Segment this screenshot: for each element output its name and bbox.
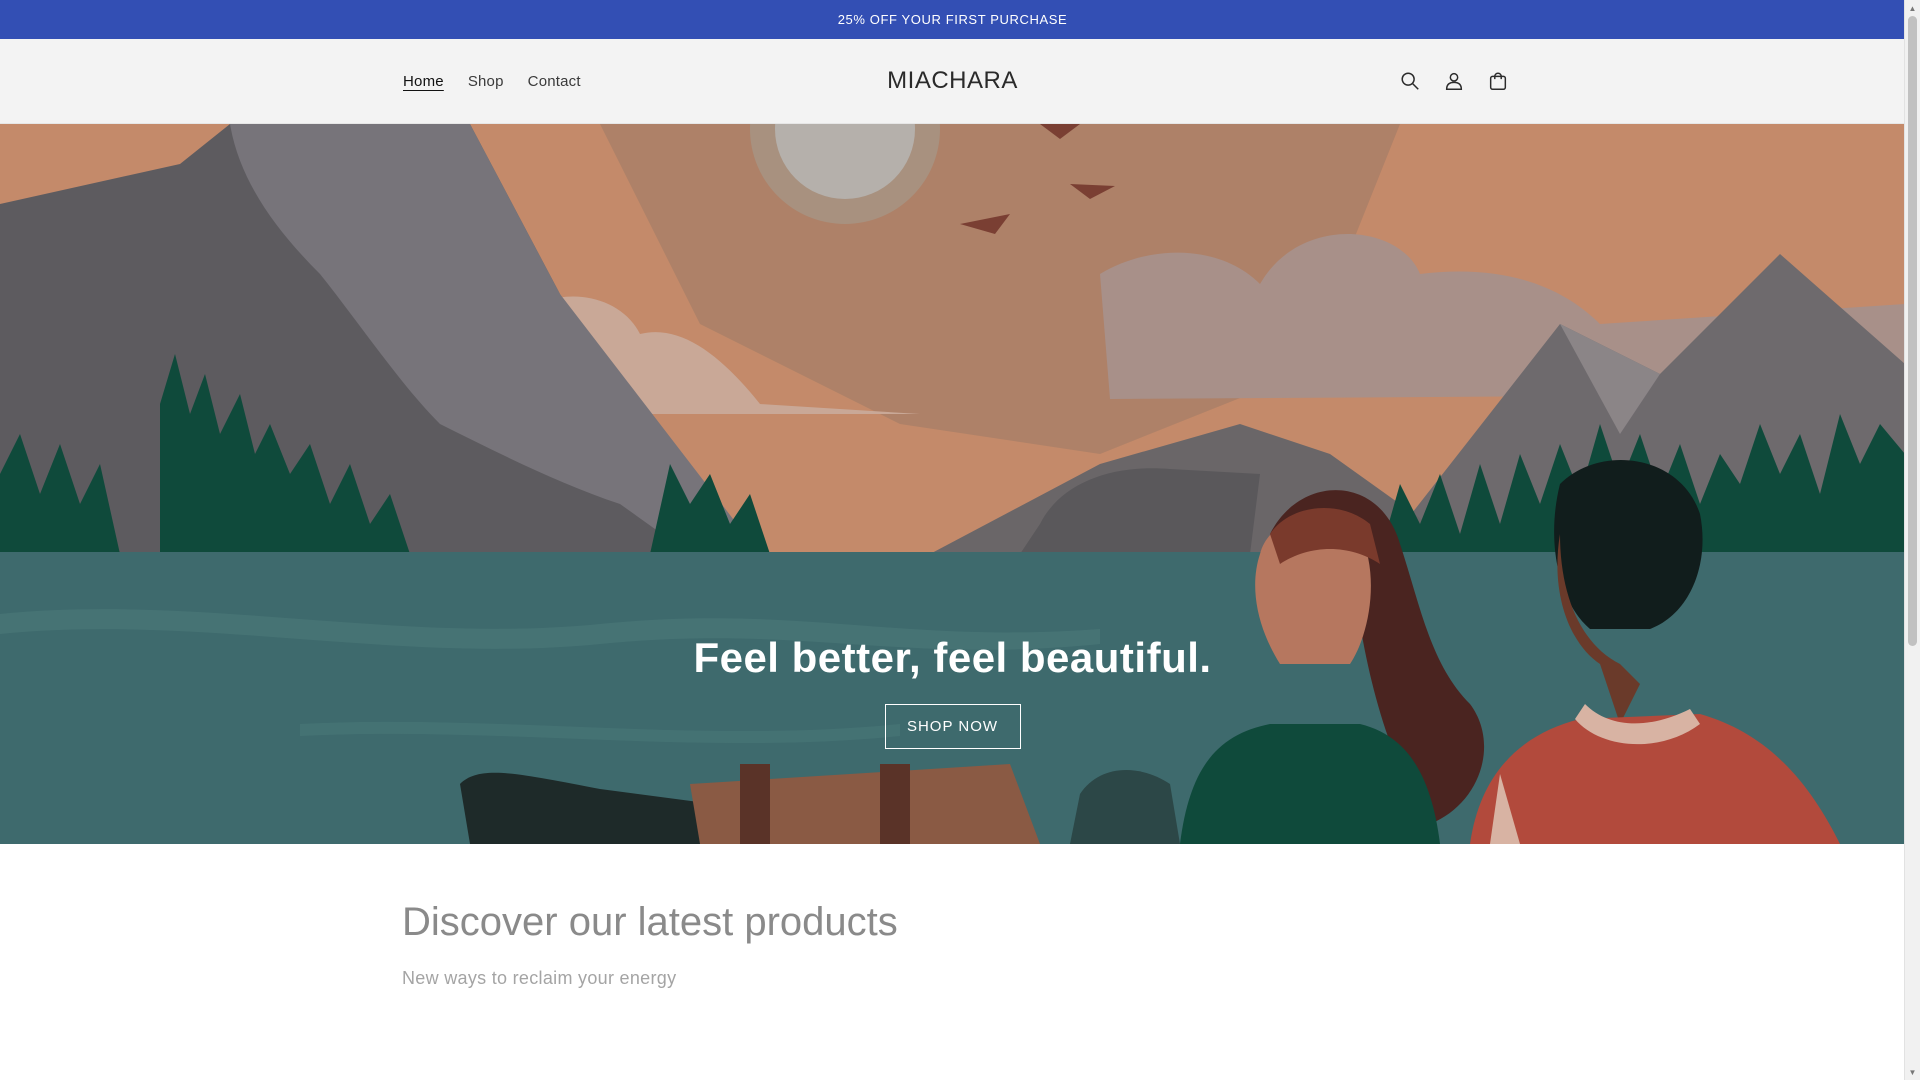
page-scrollbar[interactable]: ▲ ▼ xyxy=(1904,0,1920,1080)
header-icons xyxy=(1392,39,1516,123)
nav-home[interactable]: Home xyxy=(391,73,456,90)
hero-banner: Feel better, feel beautiful. SHOP NOW xyxy=(0,124,1905,844)
hero-title: Feel better, feel beautiful. xyxy=(693,634,1212,681)
announcement-bar: 25% OFF YOUR FIRST PURCHASE xyxy=(0,0,1905,39)
logo-wrap: MIACHARA xyxy=(0,39,1905,123)
hero-content: Feel better, feel beautiful. SHOP NOW xyxy=(0,634,1905,749)
account-icon[interactable] xyxy=(1436,59,1472,103)
announcement-text: 25% OFF YOUR FIRST PURCHASE xyxy=(837,12,1068,27)
scroll-up-icon[interactable]: ▲ xyxy=(1905,1,1920,15)
cart-icon[interactable] xyxy=(1480,59,1516,103)
shop-now-button[interactable]: SHOP NOW xyxy=(884,704,1021,749)
search-icon[interactable] xyxy=(1392,59,1428,103)
page: 25% OFF YOUR FIRST PURCHASE Home Shop Co… xyxy=(0,0,1905,1080)
products-subheading: New ways to reclaim your energy xyxy=(402,968,677,988)
nav-shop[interactable]: Shop xyxy=(456,73,516,90)
site-logo[interactable]: MIACHARA xyxy=(887,67,1018,95)
scroll-down-icon[interactable]: ▼ xyxy=(1905,1065,1920,1079)
site-header: Home Shop Contact MIACHARA xyxy=(0,39,1905,124)
products-heading: Discover our latest products xyxy=(402,900,898,944)
scroll-thumb[interactable] xyxy=(1908,16,1917,646)
nav-contact[interactable]: Contact xyxy=(516,73,593,90)
main-nav: Home Shop Contact xyxy=(391,39,593,123)
